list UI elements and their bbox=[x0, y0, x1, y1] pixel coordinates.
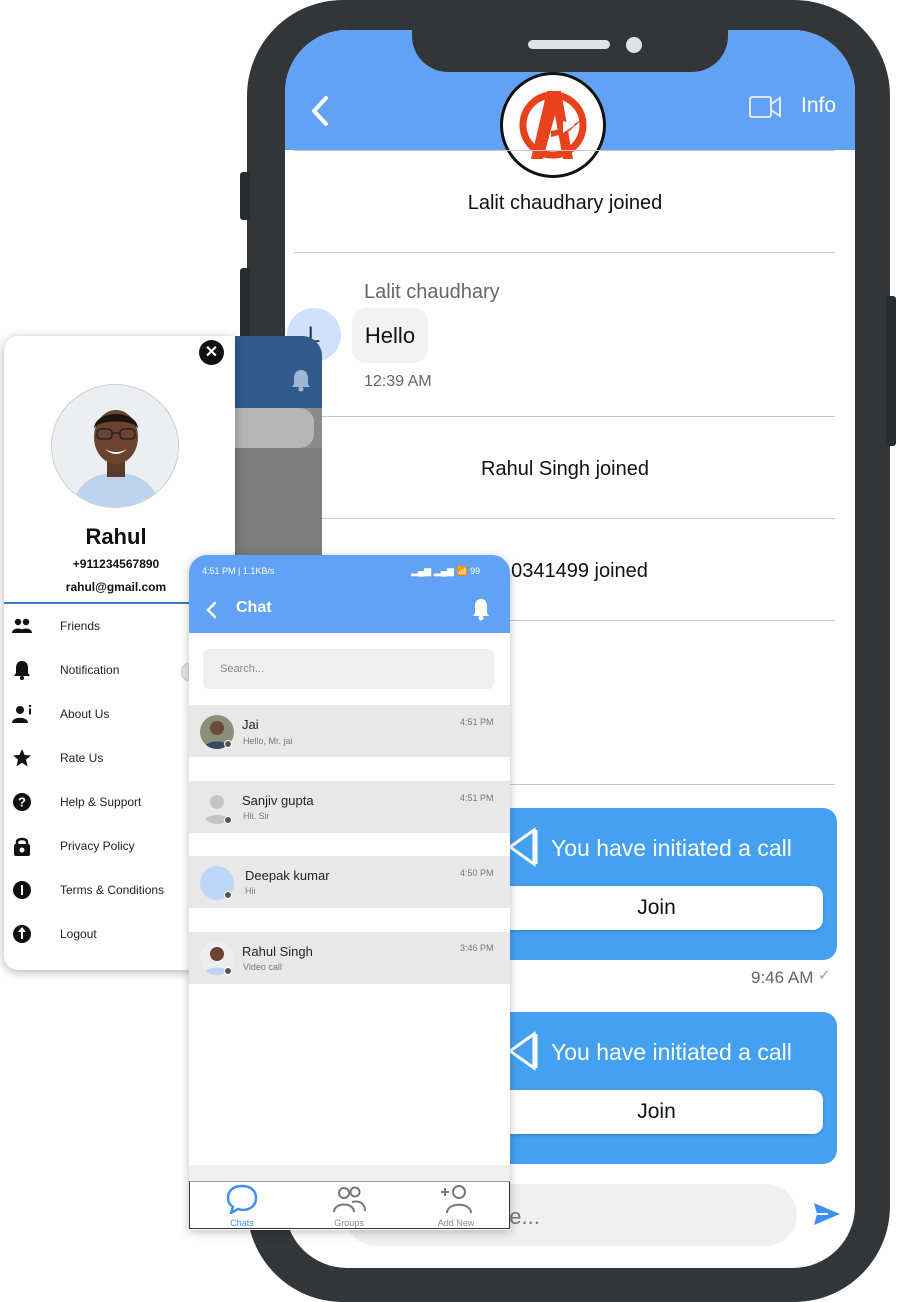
status-dot bbox=[224, 891, 232, 899]
menu-label: Logout bbox=[60, 927, 97, 941]
message-time: 4:51 PM bbox=[460, 717, 494, 727]
divider bbox=[189, 1165, 510, 1181]
menu-label: Terms & Conditions bbox=[60, 883, 165, 897]
message-time: 3:46 PM bbox=[460, 943, 494, 953]
back-chevron-icon[interactable] bbox=[204, 600, 218, 620]
sender-name: Lalit chaudhary bbox=[364, 281, 500, 303]
menu-label: Privacy Policy bbox=[60, 839, 135, 853]
divider bbox=[294, 416, 835, 417]
divider bbox=[294, 518, 835, 519]
list-item[interactable] bbox=[189, 781, 510, 833]
list-item[interactable] bbox=[189, 856, 510, 908]
lock-icon bbox=[14, 837, 30, 856]
menu-label: Rate Us bbox=[60, 751, 104, 765]
menu-label: Notification bbox=[60, 663, 120, 677]
joined-notice: Lalit chaudhary joined bbox=[467, 192, 663, 214]
bell-icon[interactable] bbox=[471, 597, 491, 621]
send-icon[interactable] bbox=[812, 1200, 842, 1228]
menu-item-notification[interactable]: Notification bbox=[4, 652, 190, 692]
menu-item-friends[interactable]: Friends bbox=[4, 608, 190, 648]
chats-icon bbox=[226, 1184, 258, 1214]
joined-notice: 10341499 joined bbox=[500, 560, 648, 582]
contact-name: Sanjiv gupta bbox=[242, 793, 314, 808]
page-title: Chat bbox=[236, 599, 272, 616]
list-item[interactable] bbox=[189, 705, 510, 757]
call-card bbox=[490, 1012, 837, 1164]
status-dot bbox=[224, 816, 232, 824]
phone-speaker bbox=[528, 40, 610, 49]
menu-item-terms[interactable]: Terms & Conditions bbox=[4, 872, 190, 912]
logout-icon bbox=[13, 925, 31, 943]
group-logo[interactable] bbox=[500, 72, 606, 178]
nav-label: Chats bbox=[230, 1218, 254, 1228]
menu-label: About Us bbox=[60, 707, 110, 721]
profile-photo-icon bbox=[52, 385, 178, 507]
video-call-icon bbox=[508, 1031, 538, 1071]
call-time: 9:46 AM bbox=[751, 968, 814, 987]
contact-name: Rahul Singh bbox=[242, 944, 313, 959]
nav-label: Groups bbox=[334, 1218, 364, 1228]
menu-item-help[interactable]: ? Help & Support bbox=[4, 784, 190, 824]
message-time: 4:50 PM bbox=[460, 868, 494, 878]
star-icon bbox=[13, 749, 31, 767]
friends-icon bbox=[12, 618, 32, 633]
contact-name: Jai bbox=[242, 717, 259, 732]
bell-icon bbox=[292, 370, 310, 392]
phone-camera bbox=[626, 37, 642, 53]
call-title: You have initiated a call bbox=[551, 1039, 792, 1065]
about-icon bbox=[12, 704, 32, 723]
message-time: 4:51 PM bbox=[460, 793, 494, 803]
divider bbox=[294, 252, 835, 253]
menu-label: Help & Support bbox=[60, 795, 142, 809]
info-link[interactable]: Info bbox=[801, 94, 836, 118]
join-button[interactable]: Join bbox=[490, 1090, 823, 1134]
message-preview: Hello, Mr. jai bbox=[243, 736, 293, 746]
status-dot bbox=[224, 967, 232, 975]
list-item[interactable] bbox=[189, 932, 510, 984]
nav-label: Add New bbox=[437, 1218, 475, 1228]
avengers-logo bbox=[519, 91, 587, 159]
divider bbox=[294, 150, 835, 151]
menu-item-privacy[interactable]: Privacy Policy bbox=[4, 828, 190, 868]
message-bubble[interactable]: Hello bbox=[352, 308, 428, 363]
search-placeholder: Search... bbox=[220, 663, 265, 675]
video-call-icon bbox=[508, 827, 538, 867]
status-dot bbox=[224, 740, 232, 748]
info-icon bbox=[13, 881, 31, 899]
close-icon[interactable]: ✕ bbox=[199, 340, 224, 365]
background-bar bbox=[232, 408, 314, 448]
message-preview: Hii bbox=[245, 886, 256, 896]
status-icons: ▂▄▆ ▂▄▆ 📶 99 bbox=[411, 566, 481, 576]
back-chevron-icon[interactable] bbox=[306, 94, 334, 128]
menu-item-logout[interactable]: Logout bbox=[4, 916, 190, 956]
video-camera-icon[interactable] bbox=[748, 94, 782, 120]
bell-icon bbox=[14, 661, 30, 680]
call-title: You have initiated a call bbox=[551, 835, 792, 861]
joined-notice: Rahul Singh joined bbox=[481, 458, 649, 480]
message-time: 12:39 AM bbox=[364, 373, 432, 390]
status-time: 4:51 PM | 1.1KB/s bbox=[202, 566, 275, 576]
contact-name: Deepak kumar bbox=[245, 868, 330, 883]
profile-name: Rahul bbox=[85, 524, 147, 549]
svg-text:?: ? bbox=[18, 795, 26, 810]
add-user-icon bbox=[441, 1185, 472, 1214]
phone-side-button bbox=[886, 296, 896, 446]
avatar[interactable] bbox=[51, 384, 179, 508]
message-preview: Hii. Sir bbox=[243, 811, 270, 821]
menu-label: Friends bbox=[60, 619, 101, 633]
check-icon: ✓ bbox=[818, 967, 831, 984]
groups-icon bbox=[333, 1186, 366, 1213]
message-preview: Video call bbox=[243, 962, 282, 972]
call-card bbox=[490, 808, 837, 960]
menu-item-about[interactable]: About Us bbox=[4, 696, 190, 736]
background-content bbox=[232, 448, 322, 566]
help-icon: ? bbox=[13, 793, 31, 811]
menu-item-rate[interactable]: Rate Us bbox=[4, 740, 190, 780]
phone-side-button bbox=[240, 172, 250, 220]
join-button[interactable]: Join bbox=[490, 886, 823, 930]
